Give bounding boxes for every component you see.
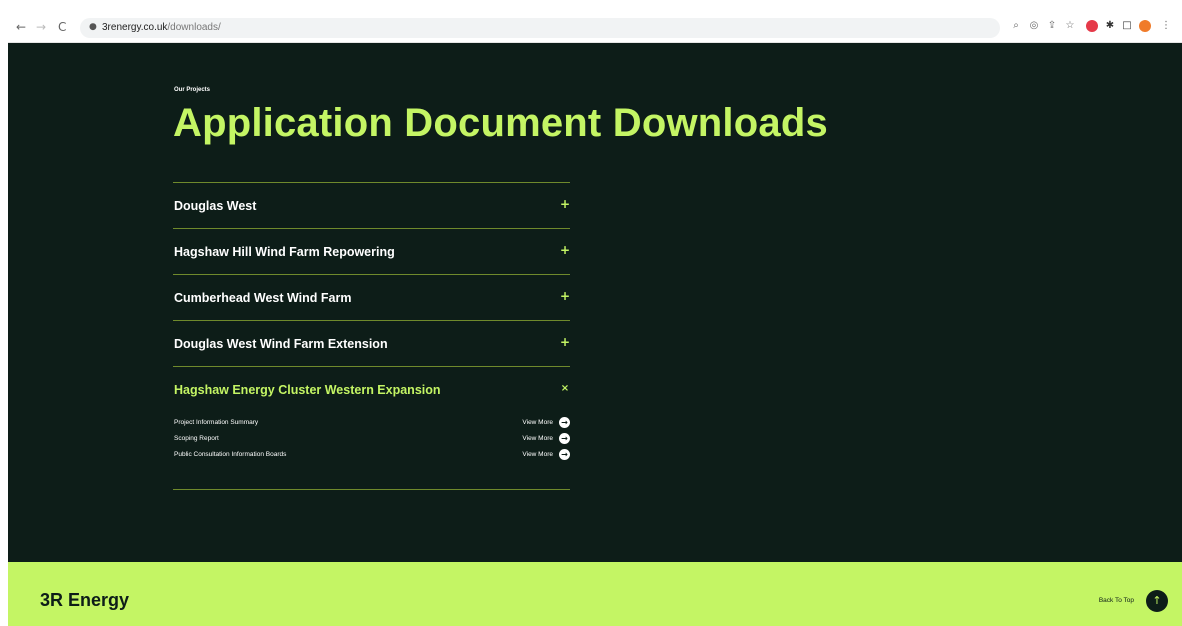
accordion-item-douglas-west-extension[interactable]: Douglas West Wind Farm Extension + [173, 320, 570, 366]
camera-icon[interactable]: ◎ [1028, 20, 1040, 32]
document-row: Scoping Report View More → [173, 431, 570, 447]
accordion-title[interactable]: Hagshaw Hill Wind Farm Repowering [174, 245, 395, 259]
extension-icon[interactable] [1086, 20, 1098, 32]
plus-icon[interactable]: + [560, 197, 570, 211]
section-eyebrow: Our Projects [174, 87, 211, 93]
document-row: Project Information Summary View More → [173, 415, 570, 431]
plus-icon[interactable]: + [560, 335, 570, 349]
bookmark-star-icon[interactable]: ☆ [1064, 20, 1076, 32]
projects-accordion: Douglas West + Hagshaw Hill Wind Farm Re… [173, 182, 570, 490]
document-name: Project Information Summary [174, 419, 259, 426]
url-path: /downloads/ [167, 22, 221, 33]
view-more-link[interactable]: View More [522, 435, 553, 442]
accordion-item-douglas-west[interactable]: Douglas West + [173, 182, 570, 228]
document-name: Scoping Report [174, 435, 219, 442]
view-more-link[interactable]: View More [522, 451, 553, 458]
document-name: Public Consultation Information Boards [174, 451, 287, 458]
forward-icon[interactable]: → [36, 20, 46, 34]
arrow-right-icon[interactable]: → [559, 417, 570, 428]
arrow-right-icon[interactable]: → [559, 433, 570, 444]
url-text[interactable]: 3renergy.co.uk/downloads/ [102, 22, 221, 33]
menu-icon[interactable]: ⋮ [1160, 20, 1172, 32]
accordion-title[interactable]: Cumberhead West Wind Farm [174, 291, 351, 305]
page-title: Application Document Downloads [173, 101, 828, 145]
url-domain: 3renergy.co.uk [102, 22, 168, 33]
profile-avatar[interactable] [1139, 20, 1151, 32]
accordion-item-cumberhead-west[interactable]: Cumberhead West Wind Farm + [173, 274, 570, 320]
document-list: Project Information Summary View More → … [173, 415, 570, 463]
close-icon[interactable]: × [560, 383, 570, 394]
share-icon[interactable]: ⇪ [1046, 20, 1058, 32]
accordion-item-hagshaw-cluster-expansion[interactable]: Hagshaw Energy Cluster Western Expansion… [173, 366, 570, 490]
accordion-title[interactable]: Hagshaw Energy Cluster Western Expansion [174, 383, 441, 397]
back-to-top-label[interactable]: Back To Top [1099, 597, 1134, 604]
reload-icon[interactable]: C [58, 20, 66, 34]
arrow-up-icon[interactable]: ↑ [1146, 590, 1168, 612]
address-bar[interactable]: ● 3renergy.co.uk/downloads/ [80, 18, 1000, 38]
zoom-icon[interactable]: ⌕ [1010, 20, 1022, 32]
browser-toolbar: ← → C ● 3renergy.co.uk/downloads/ ⌕ ◎ ⇪ … [8, 13, 1182, 43]
back-icon[interactable]: ← [16, 20, 26, 34]
plus-icon[interactable]: + [560, 289, 570, 303]
arrow-right-icon[interactable]: → [559, 449, 570, 460]
site-logo[interactable]: 3R Energy [40, 590, 129, 611]
browser-window: ← → C ● 3renergy.co.uk/downloads/ ⌕ ◎ ⇪ … [8, 13, 1182, 626]
accordion-item-hagshaw-hill[interactable]: Hagshaw Hill Wind Farm Repowering + [173, 228, 570, 274]
view-more-link[interactable]: View More [522, 419, 553, 426]
puzzle-icon[interactable]: ✱ [1104, 20, 1116, 32]
document-row: Public Consultation Information Boards V… [173, 447, 570, 463]
side-panel-icon[interactable]: □ [1121, 20, 1133, 32]
lock-icon[interactable]: ● [89, 22, 97, 32]
accordion-title[interactable]: Douglas West Wind Farm Extension [174, 337, 388, 351]
site-footer: 3R Energy Back To Top ↑ [8, 562, 1182, 626]
accordion-title[interactable]: Douglas West [174, 199, 256, 213]
plus-icon[interactable]: + [560, 243, 570, 257]
